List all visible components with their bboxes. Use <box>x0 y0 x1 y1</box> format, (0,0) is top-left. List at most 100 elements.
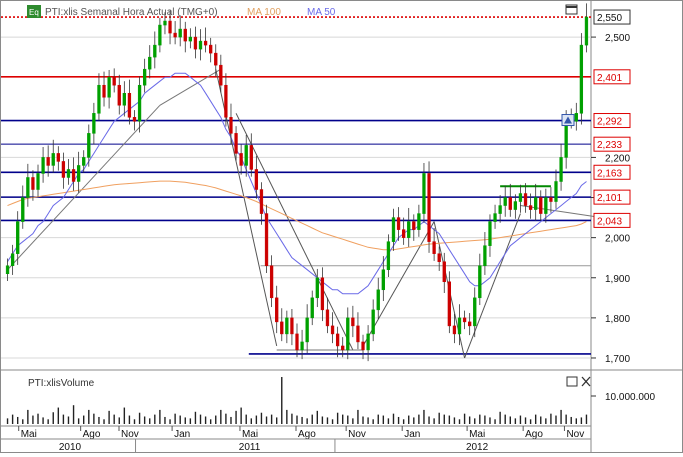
candle-body <box>559 157 563 182</box>
month-label: Ago <box>525 429 543 440</box>
candle-body <box>574 113 578 122</box>
y-tick-label: 2,500 <box>605 33 630 44</box>
chart-window: 1,7001,8001,9002,0002,1002,2002,500 2,55… <box>0 0 683 453</box>
candle-body <box>341 345 345 351</box>
month-label: Nov <box>348 429 366 440</box>
candle-body <box>417 213 421 230</box>
candle-body <box>158 24 162 46</box>
legend-ma50-label: MA 50 <box>307 7 336 18</box>
candle-body <box>92 113 96 134</box>
candle-body <box>153 44 157 58</box>
candle-body <box>61 161 66 178</box>
candle-body <box>447 281 451 327</box>
candle-body <box>503 197 507 206</box>
candle-body <box>5 265 10 274</box>
candle-body <box>386 241 391 270</box>
candle-body <box>275 297 279 323</box>
candle-body <box>280 321 284 335</box>
candle-body <box>523 193 528 206</box>
candle-body <box>137 84 142 122</box>
candle-body <box>163 20 167 26</box>
legend-series-label: PTI:xlis Semanal Hora Actual (TMG+0) <box>45 7 218 18</box>
month-label: Ago <box>83 429 101 440</box>
candle-body <box>442 261 446 283</box>
candle-body <box>452 325 457 335</box>
candle-body <box>427 173 431 242</box>
price-tag-label: 2,292 <box>597 117 622 128</box>
candle-body <box>132 117 137 122</box>
candle-body <box>203 40 208 46</box>
legend-badge: Eq <box>29 8 39 17</box>
month-label: Nov <box>566 429 584 440</box>
candle-body <box>46 157 50 166</box>
price-tag-label: 2,101 <box>597 193 622 204</box>
candle-body <box>234 133 238 154</box>
y-tick-label: 1,900 <box>605 274 630 285</box>
candle-body <box>127 92 132 118</box>
year-label: 2011 <box>239 442 261 452</box>
candle-body <box>36 173 40 190</box>
legend-ma100-label: MA 100 <box>247 7 281 18</box>
candle-body <box>310 297 314 319</box>
candle-body <box>148 56 152 70</box>
candle-body <box>178 28 182 38</box>
month-label: Mai <box>469 429 485 440</box>
candle-body <box>462 317 467 323</box>
candle-body <box>422 173 426 214</box>
candle-body <box>513 201 518 210</box>
candle-body <box>498 205 502 214</box>
candle-body <box>10 253 15 266</box>
candle-body <box>493 213 497 222</box>
candle-body <box>508 197 512 210</box>
candle-body <box>554 181 558 202</box>
price-chart[interactable]: 1,7001,8001,9002,0002,1002,2002,500 2,55… <box>1 1 682 453</box>
price-tag-label: 2,163 <box>597 168 622 179</box>
y-tick-label: 1,700 <box>605 354 630 365</box>
price-tag-label: 2,550 <box>597 13 622 24</box>
candle-body <box>330 325 335 335</box>
candle-body <box>107 76 111 98</box>
candle-body <box>488 221 492 246</box>
candle-body <box>117 84 121 106</box>
candle-body <box>41 157 45 174</box>
candle-body <box>122 92 126 106</box>
candle-body <box>366 333 370 351</box>
volume-axis-label: 10.000.000 <box>605 392 655 403</box>
month-label: Jan <box>174 429 190 440</box>
candle-body <box>432 241 436 254</box>
candle-body <box>16 221 20 254</box>
candle-body <box>193 36 198 50</box>
y-tick-label: 1,800 <box>605 314 630 325</box>
x-axis: Mai Ago Nov Jan Mai Ago Nov Jan Mai Ago Nov 2010 201… <box>1 426 591 453</box>
candle-body <box>168 20 172 34</box>
candle-body <box>544 197 548 214</box>
candle-body <box>254 169 259 190</box>
price-tag-label: 2,401 <box>597 73 622 84</box>
candle-body <box>209 44 213 54</box>
candle-body <box>285 317 289 335</box>
candle-body <box>87 133 91 158</box>
candle-body <box>183 28 187 42</box>
candle-body <box>56 153 60 162</box>
candle-body <box>21 197 25 222</box>
candle-body <box>112 76 116 86</box>
candle-body <box>97 84 101 114</box>
price-tag-label: 2,233 <box>597 140 622 151</box>
candle-body <box>269 265 274 299</box>
candle-body <box>351 317 355 327</box>
candle-body <box>249 145 253 170</box>
month-label: Ago <box>298 429 316 440</box>
candle-body <box>102 84 106 98</box>
y-tick-label: 2,200 <box>605 153 630 164</box>
candle-body <box>539 197 543 214</box>
candle-body <box>534 197 538 210</box>
candle-body <box>290 317 294 335</box>
volume-close-icon[interactable] <box>566 376 591 387</box>
candle-body <box>549 197 553 202</box>
candle-body <box>214 52 218 66</box>
volume-bars <box>6 377 588 424</box>
candle-body <box>376 289 380 311</box>
candle-body <box>198 40 203 50</box>
candle-body <box>259 189 264 214</box>
candle-body <box>26 177 30 198</box>
